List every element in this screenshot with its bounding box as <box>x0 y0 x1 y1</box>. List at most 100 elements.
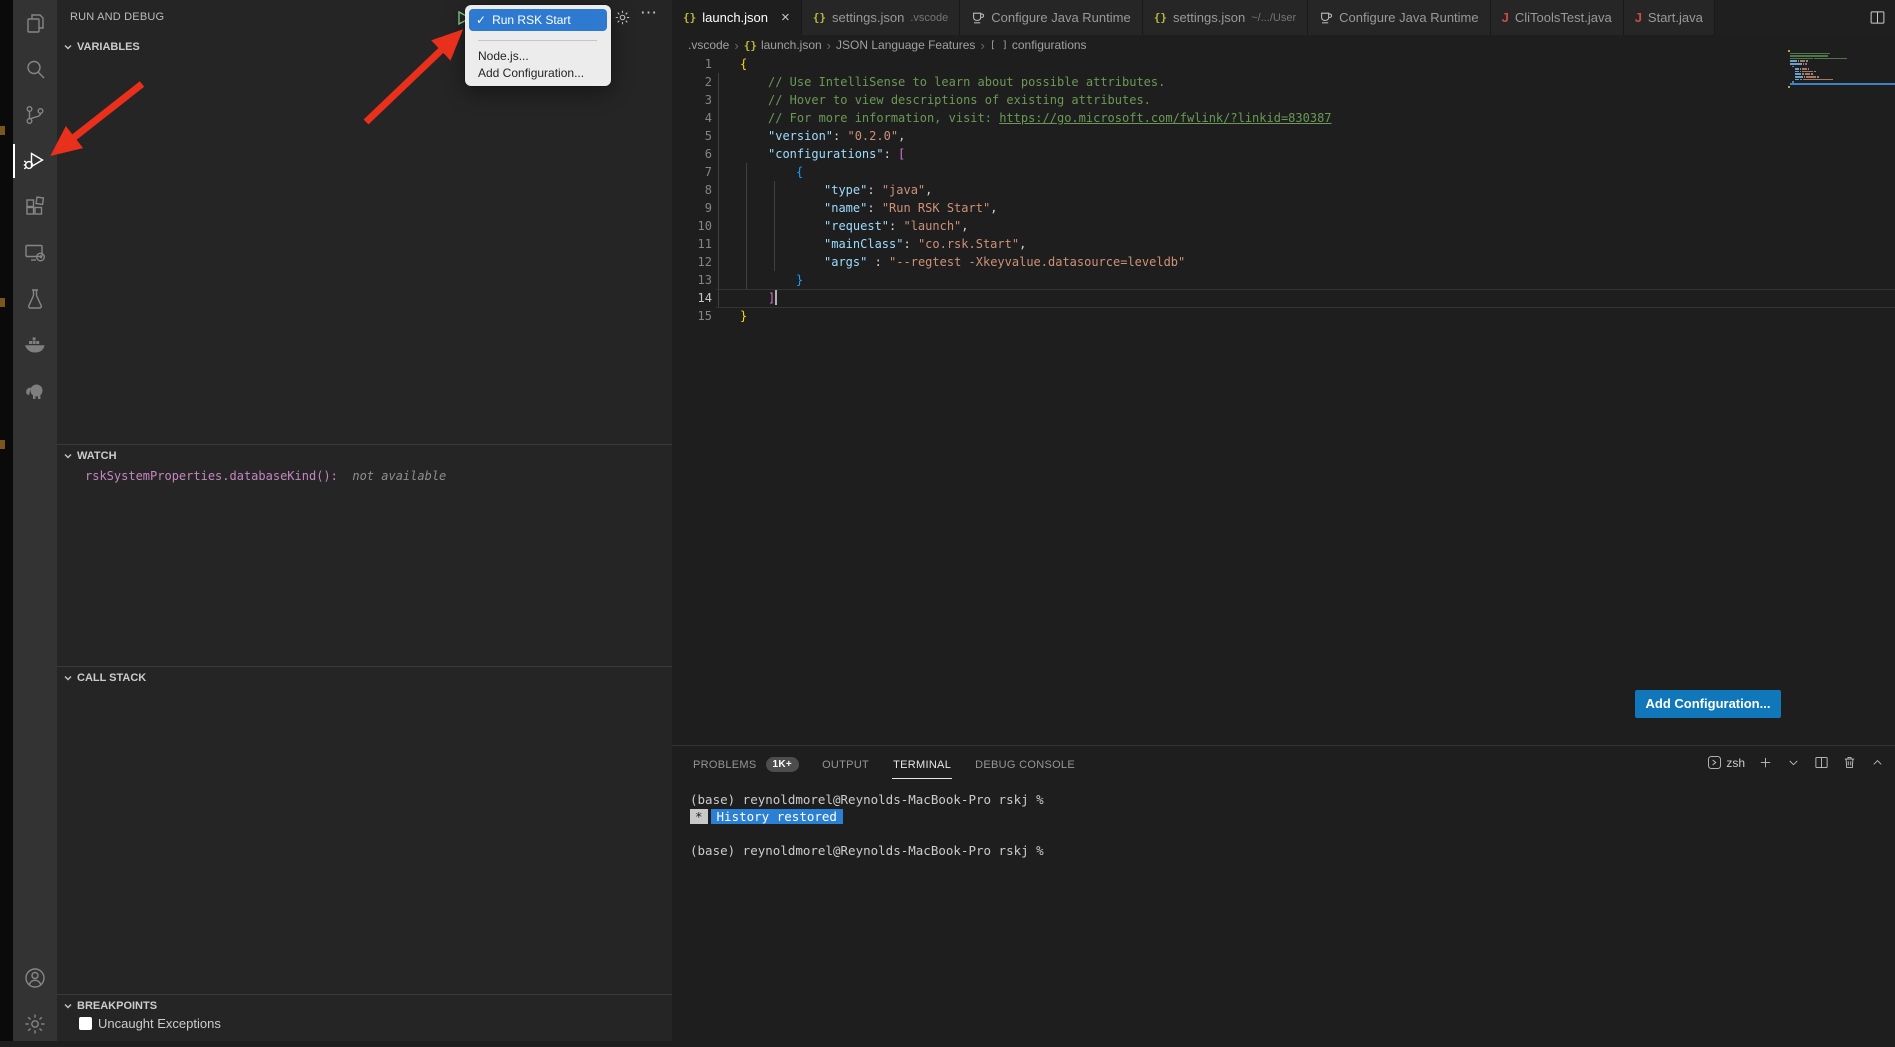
problems-count-badge: 1K+ <box>766 757 800 772</box>
watch-value: not available <box>345 469 446 483</box>
run-debug-icon[interactable] <box>13 138 57 184</box>
launch-config-dropdown-menu: ✓ Run RSK Start Node.js...Add Configurat… <box>465 5 611 86</box>
panel-tab-debug-console[interactable]: DEBUG CONSOLE <box>974 746 1076 782</box>
panel-tab-output[interactable]: OUTPUT <box>821 746 870 782</box>
settings-gear-icon[interactable] <box>13 1001 57 1047</box>
new-terminal-icon[interactable] <box>1758 755 1773 770</box>
panel-tab-problems[interactable]: PROBLEMS 1K+ <box>692 746 799 782</box>
editor-tab-start-java[interactable]: JStart.java <box>1624 0 1715 35</box>
close-icon[interactable]: × <box>781 10 790 25</box>
panel-tab-label: PROBLEMS <box>692 750 758 779</box>
minimap-line <box>1803 63 1805 65</box>
watch-expression-row[interactable]: rskSystemProperties.databaseKind(): not … <box>85 469 446 483</box>
more-actions-icon[interactable]: ⋯ <box>640 3 658 23</box>
history-star-badge: * <box>690 809 708 824</box>
java-file-icon: J <box>1635 10 1642 25</box>
line-number: 8 <box>672 181 712 199</box>
minimap-line <box>1805 63 1807 65</box>
testing-icon[interactable] <box>13 276 57 322</box>
breadcrumb-item[interactable]: .vscode <box>688 38 729 52</box>
breadcrumb-item[interactable]: JSON Language Features <box>836 38 975 52</box>
minimap-line <box>1790 58 1813 60</box>
tab-label: settings.json <box>1173 10 1245 25</box>
remote-explorer-icon[interactable] <box>13 230 57 276</box>
terminal-history-restored-line: *History restored <box>690 808 1044 825</box>
line-number: 15 <box>672 307 712 325</box>
terminal-profile-selector[interactable]: zsh <box>1707 755 1745 770</box>
gradle-icon[interactable] <box>13 368 57 414</box>
code-line: "mainClass": "co.rsk.Start", <box>740 235 1895 253</box>
history-restored-badge: History restored <box>711 809 843 824</box>
code-line: ] <box>740 289 1895 307</box>
code-line: // For more information, visit: https://… <box>740 109 1895 127</box>
minimap-line <box>1802 68 1806 70</box>
menu-item-node-js-[interactable]: Node.js... <box>469 48 607 65</box>
split-terminal-icon[interactable] <box>1814 755 1829 770</box>
maximize-panel-icon[interactable] <box>1870 755 1885 770</box>
breadcrumb: .vscode›{}launch.json›JSON Language Feat… <box>688 35 1087 55</box>
panel-tab-bar: PROBLEMS 1K+ OUTPUT TERMINAL DEBUG CONSOLE <box>692 746 1076 782</box>
checkbox-label: Uncaught Exceptions <box>98 1016 221 1031</box>
panel-tab-terminal[interactable]: TERMINAL <box>892 746 952 782</box>
editor-tab-configure-java-runtime[interactable]: Configure Java Runtime <box>960 0 1142 35</box>
launch-settings-gear-icon[interactable] <box>614 9 631 26</box>
add-configuration-button[interactable]: Add Configuration... <box>1635 690 1781 718</box>
minimap-line <box>1808 68 1810 70</box>
editor-tab-configure-java-runtime[interactable]: Configure Java Runtime <box>1308 0 1490 35</box>
minimap-line <box>1795 73 1801 75</box>
source-control-icon[interactable] <box>13 92 57 138</box>
breakpoints-section-header[interactable]: BREAKPOINTS <box>57 994 672 1016</box>
editor-tab-settings-json[interactable]: {}settings.json~/.../User <box>1143 0 1308 35</box>
background-artifact <box>0 298 5 307</box>
editor-tab-bar: {}launch.json×{}settings.json.vscodeConf… <box>672 0 1895 35</box>
code-editor[interactable]: 1{2// Use IntelliSense to learn about po… <box>672 55 1895 745</box>
checkmark-icon: ✓ <box>476 13 486 27</box>
tab-label: Configure Java Runtime <box>1339 10 1478 25</box>
split-editor-icon[interactable] <box>1869 9 1886 26</box>
editor-tab-launch-json[interactable]: {}launch.json× <box>672 0 802 35</box>
kill-terminal-icon[interactable] <box>1842 755 1857 770</box>
chevron-down-icon <box>63 451 73 461</box>
minimap-line <box>1800 71 1802 73</box>
chevron-down-icon <box>63 42 73 52</box>
panel-tab-label: DEBUG CONSOLE <box>974 750 1076 779</box>
breadcrumb-item[interactable]: {}launch.json <box>744 38 822 52</box>
json-file-icon: {} <box>1154 11 1167 24</box>
explorer-icon[interactable] <box>13 0 57 46</box>
terminal-output[interactable]: (base) reynoldmorel@Reynolds-MacBook-Pro… <box>690 791 1044 859</box>
terminal-prompt-line: (base) reynoldmorel@Reynolds-MacBook-Pro… <box>690 791 1044 808</box>
terminal-blank-line <box>690 825 1044 842</box>
docker-icon[interactable] <box>13 322 57 368</box>
account-icon[interactable] <box>13 955 57 1001</box>
watch-section-header[interactable]: WATCH <box>57 444 672 466</box>
panel-actions: zsh <box>1707 755 1885 770</box>
breadcrumb-item[interactable]: [ ]configurations <box>990 38 1087 52</box>
section-label: CALL STACK <box>77 672 146 684</box>
code-line: "type": "java", <box>740 181 1895 199</box>
breadcrumb-separator: › <box>827 38 831 53</box>
uncaught-exceptions-checkbox[interactable] <box>79 1017 92 1030</box>
search-icon[interactable] <box>13 46 57 92</box>
tab-label: CliToolsTest.java <box>1515 10 1612 25</box>
editor-tab-clitoolstest-java[interactable]: JCliToolsTest.java <box>1491 0 1624 35</box>
minimap-line <box>1800 79 1802 81</box>
line-number: 10 <box>672 217 712 235</box>
editor-tab-settings-json[interactable]: {}settings.json.vscode <box>802 0 960 35</box>
code-line: "name": "Run RSK Start", <box>740 199 1895 217</box>
section-label: VARIABLES <box>77 41 140 53</box>
minimap-line <box>1792 66 1794 68</box>
java-runtime-cup-icon <box>971 11 985 25</box>
minimap[interactable] <box>1788 50 1894 105</box>
code-line: "version": "0.2.0", <box>740 127 1895 145</box>
launch-profile-chevron-icon[interactable] <box>1786 755 1801 770</box>
menu-item-add-configuration-[interactable]: Add Configuration... <box>469 65 607 82</box>
line-number: 9 <box>672 199 712 217</box>
call-stack-section-header[interactable]: CALL STACK <box>57 666 672 688</box>
extensions-icon[interactable] <box>13 184 57 230</box>
breadcrumb-label: JSON Language Features <box>836 38 975 52</box>
minimap-line <box>1798 60 1800 62</box>
code-line: "configurations": [ <box>740 145 1895 163</box>
line-number: 2 <box>672 73 712 91</box>
menu-item-run-rsk-start[interactable]: ✓ Run RSK Start <box>469 9 607 31</box>
minimap-line <box>1790 60 1796 62</box>
